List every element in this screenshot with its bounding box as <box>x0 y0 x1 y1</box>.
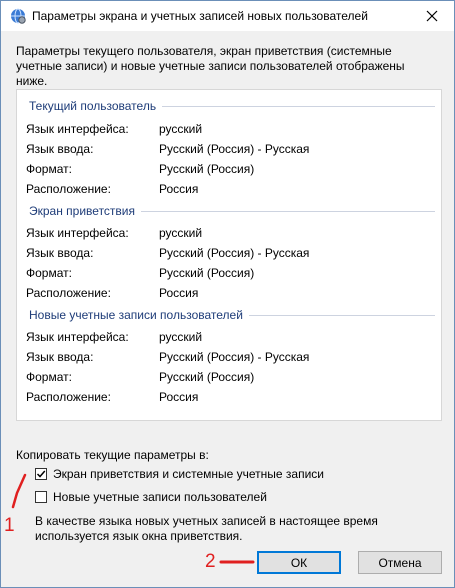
checkmark-icon <box>36 470 46 478</box>
row-label: Расположение: <box>26 182 111 196</box>
ok-button[interactable]: ОК <box>257 551 341 574</box>
row-label: Формат: <box>26 370 72 384</box>
row-value: Русский (Россия) - Русская <box>159 246 310 260</box>
welcome-screen-checkbox-row[interactable]: Экран приветствия и системные учетные за… <box>35 467 324 481</box>
row-value: Россия <box>159 390 199 404</box>
new-users-checkbox-label[interactable]: Новые учетные записи пользователей <box>53 490 267 504</box>
row-label: Расположение: <box>26 286 111 300</box>
row-value: русский <box>159 226 203 240</box>
group-title: Текущий пользователь <box>29 99 157 113</box>
copy-settings-label: Копировать текущие параметры в: <box>16 448 209 462</box>
row-value: русский <box>159 122 203 136</box>
settings-dialog: Параметры экрана и учетных записей новых… <box>0 0 455 588</box>
row-label: Язык интерфейса: <box>26 226 129 240</box>
annotation-marker-2: 2 <box>205 551 216 572</box>
row-value: Русский (Россия) <box>159 266 255 280</box>
row-value: Россия <box>159 182 199 196</box>
row-label: Язык ввода: <box>26 246 94 260</box>
row-value: русский <box>159 330 203 344</box>
row-value: Россия <box>159 286 199 300</box>
globe-settings-icon <box>9 7 27 25</box>
row-label: Расположение: <box>26 390 111 404</box>
new-users-checkbox-row[interactable]: Новые учетные записи пользователей <box>35 490 267 504</box>
group-new-users-header: Новые учетные записи пользователей <box>29 308 435 322</box>
row-label: Язык интерфейса: <box>26 122 129 136</box>
group-title: Новые учетные записи пользователей <box>29 308 243 322</box>
language-note: В качестве языка новых учетных записей в… <box>35 514 378 543</box>
welcome-screen-checkbox-label[interactable]: Экран приветствия и системные учетные за… <box>53 467 324 481</box>
intro-text: Параметры текущего пользователя, экран п… <box>16 44 405 88</box>
new-users-checkbox[interactable] <box>35 491 47 503</box>
annotation-marker-1: 1 <box>4 515 15 536</box>
row-label: Язык ввода: <box>26 142 94 156</box>
title-bar[interactable]: Параметры экрана и учетных записей новых… <box>1 1 454 31</box>
settings-summary-panel: Текущий пользователь Язык интерфейса: ру… <box>16 89 442 421</box>
row-label: Язык ввода: <box>26 350 94 364</box>
row-label: Язык интерфейса: <box>26 330 129 344</box>
group-title: Экран приветствия <box>29 204 136 218</box>
row-value: Русский (Россия) <box>159 370 255 384</box>
annotation-dash-2 <box>219 560 255 564</box>
cancel-button[interactable]: Отмена <box>358 551 442 574</box>
row-label: Формат: <box>26 162 72 176</box>
row-value: Русский (Россия) - Русская <box>159 142 310 156</box>
row-label: Формат: <box>26 266 72 280</box>
close-icon <box>426 10 438 22</box>
row-value: Русский (Россия) <box>159 162 255 176</box>
close-button[interactable] <box>410 1 454 31</box>
window-title: Параметры экрана и учетных записей новых… <box>32 9 368 23</box>
group-welcome-screen-header: Экран приветствия <box>29 204 435 218</box>
group-current-user-header: Текущий пользователь <box>29 99 435 113</box>
welcome-screen-checkbox[interactable] <box>35 468 47 480</box>
row-value: Русский (Россия) - Русская <box>159 350 310 364</box>
